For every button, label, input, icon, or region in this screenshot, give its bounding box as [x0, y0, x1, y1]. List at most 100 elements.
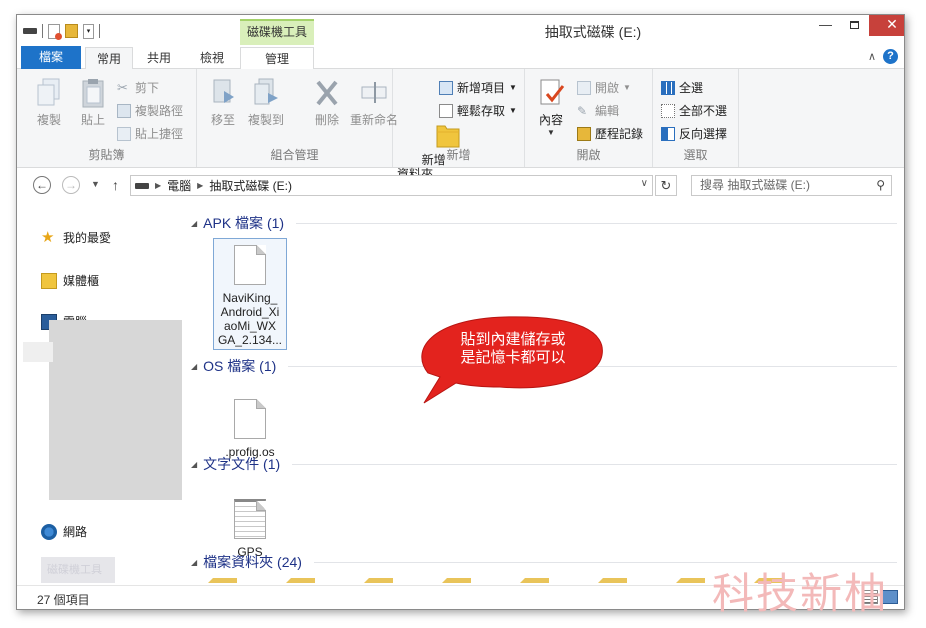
open-button[interactable]: 開啟 ▼	[577, 79, 631, 96]
group-divider	[292, 463, 897, 465]
new-item-button[interactable]: 新增項目 ▼	[439, 79, 517, 96]
search-input[interactable]: 搜尋 抽取式磁碟 (E:) ⚲	[691, 175, 892, 196]
selection-band	[23, 342, 53, 362]
tab-home[interactable]: 常用	[85, 47, 133, 70]
collapse-ribbon-icon[interactable]: ∧	[868, 50, 876, 63]
ribbon-tab-bar: 檔案 常用 共用 檢視 管理 ∧ ?	[17, 45, 904, 70]
navigation-pane: ★ 我的最愛 媒體櫃 電腦 網路 磁碟機工具	[17, 203, 183, 583]
close-button[interactable]: ✕	[869, 15, 904, 36]
address-dropdown-icon[interactable]: ∨	[641, 178, 648, 189]
help-icon[interactable]: ?	[883, 49, 898, 64]
copy-label: 複製	[36, 113, 61, 127]
folder-icon[interactable]	[363, 578, 393, 583]
breadcrumb-computer[interactable]: 電腦	[167, 177, 191, 194]
collapse-icon[interactable]: ◢	[191, 460, 197, 469]
folder-icon[interactable]	[597, 578, 627, 583]
search-placeholder: 搜尋 抽取式磁碟 (E:)	[700, 178, 810, 192]
paste-shortcut-button[interactable]: 貼上捷徑	[117, 125, 183, 142]
network-icon	[41, 523, 57, 540]
copy-to-icon	[251, 77, 281, 109]
file-item[interactable]: NaviKing_ Android_Xi aoMi_WX GA_2.134...	[213, 238, 287, 350]
select-none-button[interactable]: 全部不選	[661, 102, 727, 119]
folder-icon[interactable]	[285, 578, 315, 583]
nav-item-favorites[interactable]: ★ 我的最愛	[41, 229, 111, 246]
title-bar: ▾ 磁碟機工具 抽取式磁碟 (E:) — ✕	[17, 15, 904, 45]
chevron-down-icon: ▼	[623, 83, 631, 92]
breadcrumb-drive[interactable]: 抽取式磁碟 (E:)	[209, 177, 292, 194]
nav-item-libraries[interactable]: 媒體櫃	[41, 272, 99, 289]
new-item-icon	[439, 80, 453, 95]
apk-file-icon	[234, 245, 266, 285]
item-count: 27 個項目	[37, 593, 90, 607]
move-to-label: 移至	[210, 113, 235, 127]
folder-icon[interactable]	[675, 578, 705, 583]
file-item[interactable]: .profig.os	[213, 383, 287, 459]
copy-to-button[interactable]: 複製到	[243, 77, 289, 128]
group-header-text[interactable]: ◢ 文字文件 (1)	[191, 454, 897, 474]
collapse-icon[interactable]: ◢	[191, 558, 197, 567]
tab-view[interactable]: 檢視	[192, 47, 232, 69]
maximize-icon	[850, 21, 859, 29]
tab-manage[interactable]: 管理	[240, 47, 314, 70]
easy-access-button[interactable]: 輕鬆存取 ▼	[439, 102, 517, 119]
maximize-button[interactable]	[840, 15, 869, 36]
properties-label: 內容	[538, 113, 563, 127]
copy-button[interactable]: 複製	[27, 77, 71, 128]
copy-path-icon	[117, 103, 131, 118]
callout-line-1: 貼到內建儲存或	[460, 331, 566, 348]
open-group-label: 開啟	[576, 148, 601, 162]
open-icon	[577, 80, 591, 95]
delete-button[interactable]: 刪除	[307, 77, 347, 128]
breadcrumb-chevron-icon[interactable]: ▶	[197, 181, 203, 190]
cut-button[interactable]: ✂ 剪下	[117, 79, 159, 96]
chevron-down-icon: ▼	[509, 106, 517, 115]
collapse-icon[interactable]: ◢	[191, 219, 197, 228]
edit-button[interactable]: ✎ 編輯	[577, 102, 619, 119]
group-header-label: OS 檔案 (1)	[203, 358, 277, 374]
tab-share[interactable]: 共用	[139, 47, 179, 69]
back-button[interactable]: ←	[33, 176, 51, 194]
cut-label: 剪下	[135, 81, 160, 95]
nav-item-network[interactable]: 網路	[41, 523, 87, 540]
folder-icon[interactable]	[519, 578, 549, 583]
invert-selection-button[interactable]: 反向選擇	[661, 125, 727, 142]
watermark: 科技新柚	[712, 569, 889, 618]
folder-icon[interactable]	[207, 578, 237, 583]
file-name: NaviKing_ Android_Xi aoMi_WX GA_2.134...	[217, 291, 283, 347]
search-icon[interactable]: ⚲	[876, 176, 885, 195]
address-bar[interactable]: ▶ 電腦 ▶ 抽取式磁碟 (E:) ∨	[130, 175, 653, 196]
copy-path-button[interactable]: 複製路徑	[117, 102, 183, 119]
history-label: 歷程記錄	[595, 127, 644, 141]
group-header-apk[interactable]: ◢ APK 檔案 (1)	[191, 213, 897, 233]
minimize-button[interactable]: —	[811, 15, 840, 36]
nav-item-label: 我的最愛	[63, 231, 112, 245]
select-none-icon	[661, 103, 675, 118]
blurred-region	[23, 320, 182, 500]
select-all-button[interactable]: 全選	[661, 79, 703, 96]
file-item[interactable]: GPS	[213, 479, 287, 559]
properties-button[interactable]: 內容 ▼	[531, 77, 571, 137]
paste-shortcut-icon	[117, 126, 131, 141]
blurred-nav-item[interactable]: 磁碟機工具	[41, 557, 115, 583]
chevron-down-icon: ▼	[509, 83, 517, 92]
invert-selection-icon	[661, 126, 675, 141]
window-title: 抽取式磁碟 (E:)	[544, 24, 642, 40]
rename-icon	[359, 77, 389, 109]
tab-file[interactable]: 檔案	[21, 46, 81, 69]
collapse-icon[interactable]: ◢	[191, 362, 197, 371]
history-button[interactable]: 歷程記錄	[577, 125, 643, 142]
recent-locations-dropdown[interactable]: ▼	[91, 179, 100, 189]
edit-label: 編輯	[595, 104, 620, 118]
forward-button[interactable]: →	[62, 176, 80, 194]
paste-icon	[78, 77, 108, 109]
move-to-button[interactable]: 移至	[203, 77, 243, 128]
paste-button[interactable]: 貼上	[71, 77, 115, 128]
folder-icon	[400, 105, 460, 148]
clipboard-group: 複製 貼上 ✂ 剪下 複製路徑 貼上捷徑 剪貼簿	[17, 69, 197, 167]
up-button[interactable]: ↑	[112, 177, 119, 193]
refresh-button[interactable]: ↻	[655, 175, 677, 196]
new-group-label: 新增	[446, 148, 471, 162]
folder-icon[interactable]	[441, 578, 471, 583]
star-icon: ★	[41, 228, 55, 246]
breadcrumb-chevron-icon[interactable]: ▶	[155, 181, 161, 190]
